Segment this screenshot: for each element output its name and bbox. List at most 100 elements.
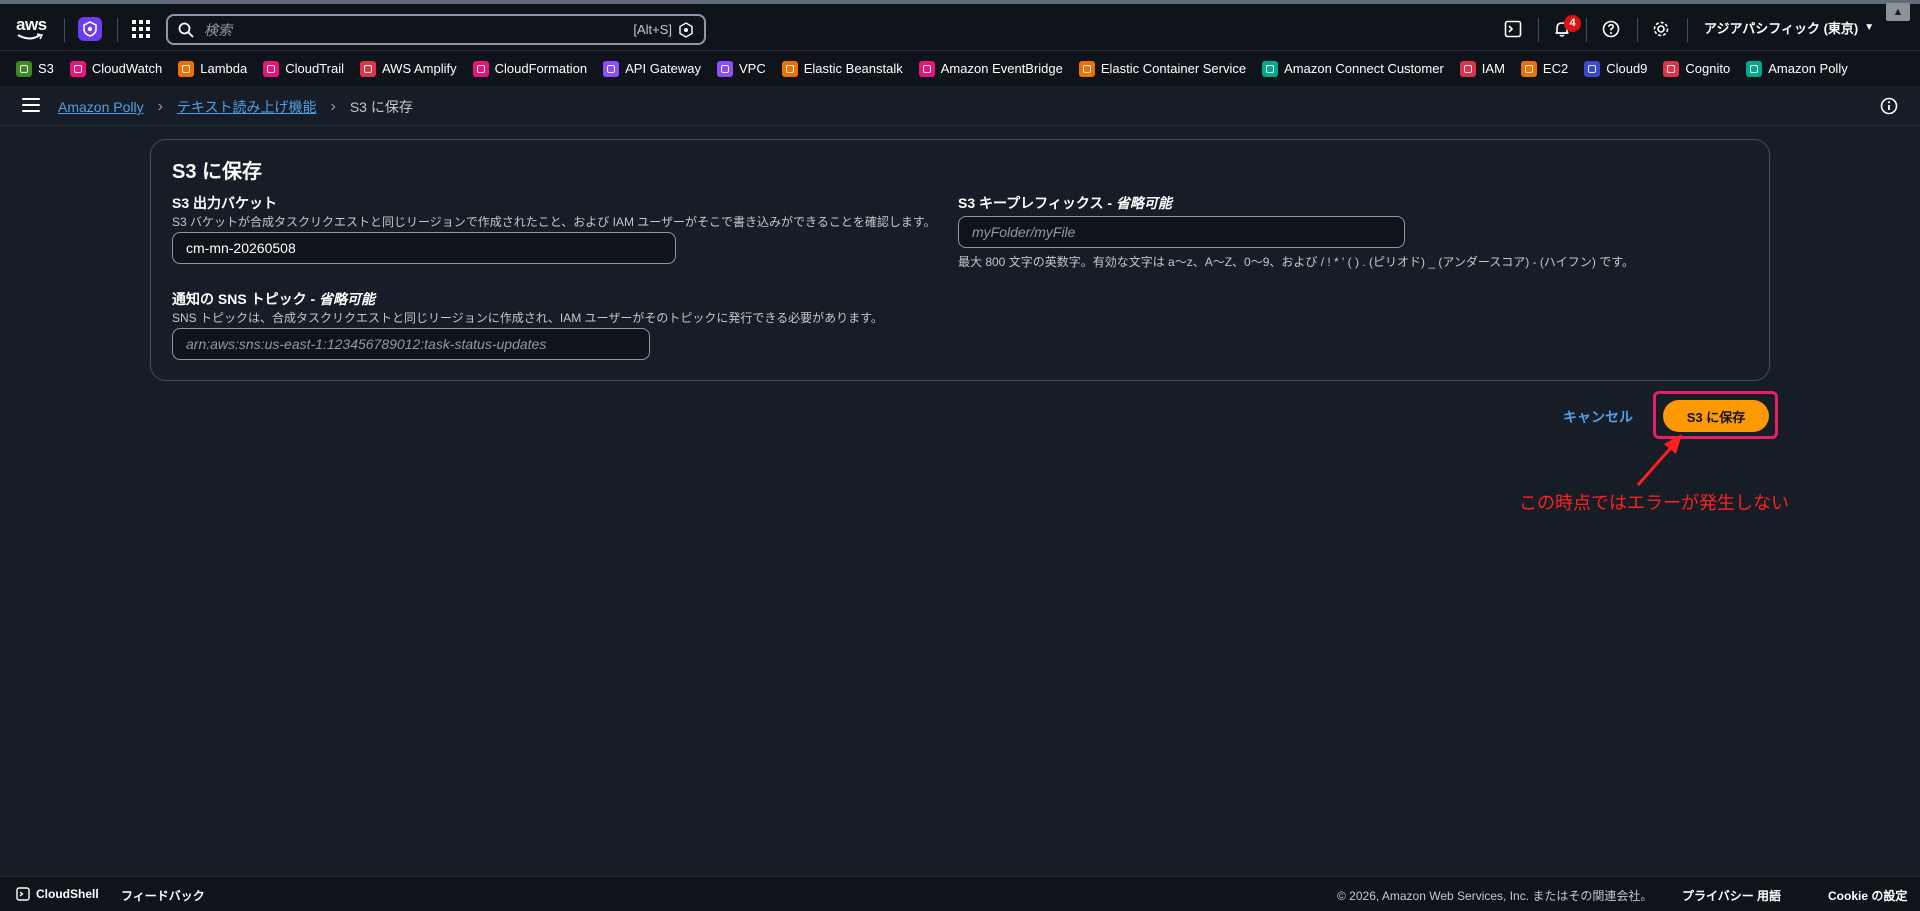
favorite-item[interactable]: API Gateway <box>603 60 701 77</box>
chevron-right-icon: › <box>157 98 163 115</box>
aws-logo-text: aws <box>16 15 47 34</box>
prefix-input[interactable]: myFolder/myFile <box>958 216 1405 248</box>
service-icon <box>359 60 376 77</box>
bucket-input[interactable]: cm-mn-20260508 <box>172 232 676 264</box>
favorite-item[interactable]: Amazon EventBridge <box>918 60 1063 77</box>
favorite-item[interactable]: CloudWatch <box>69 60 163 77</box>
bucket-label: S3 出力バケット <box>172 195 278 211</box>
shortcut-hex-icon <box>679 21 693 38</box>
search-box[interactable]: [Alt+S] <box>166 14 706 45</box>
settings-gear-icon[interactable] <box>1649 17 1673 41</box>
sns-topic-input[interactable]: arn:aws:sns:us-east-1:123456789012:task-… <box>172 328 650 360</box>
favorite-label: S3 <box>38 61 54 76</box>
aws-smile-icon <box>17 33 44 40</box>
service-icon <box>69 60 86 77</box>
service-icon <box>1262 60 1279 77</box>
favorite-item[interactable]: Elastic Container Service <box>1078 60 1247 77</box>
service-icon <box>263 60 280 77</box>
search-icon <box>178 22 194 38</box>
sns-label: 通知の SNS トピック - 省略可能 <box>172 289 375 309</box>
footer-feedback-link[interactable]: フィードバック <box>121 887 205 904</box>
footer: CloudShell フィードバック © 2026, Amazon Web Se… <box>0 876 1920 911</box>
security-shield-icon[interactable] <box>78 17 102 41</box>
bucket-description: S3 バケットが合成タスクリクエストと同じリージョンで作成されたこと、および I… <box>172 215 936 229</box>
favorite-item[interactable]: AWS Amplify <box>359 60 457 77</box>
footer-terms-link[interactable]: 用語 <box>1757 887 1781 904</box>
service-icon <box>1584 60 1601 77</box>
favorite-item[interactable]: Amazon Polly <box>1746 60 1848 77</box>
favorite-label: AWS Amplify <box>381 61 457 76</box>
prefix-label-text: S3 キープレフィックス - <box>958 195 1116 211</box>
service-icon <box>918 60 935 77</box>
favorite-item[interactable]: Cloud9 <box>1584 60 1648 77</box>
save-to-s3-panel: S3 に保存 S3 出力バケット S3 バケットが合成タスクリクエストと同じリー… <box>150 139 1770 381</box>
favorite-label: Cloud9 <box>1606 61 1648 76</box>
help-icon[interactable] <box>1599 17 1623 41</box>
favorite-item[interactable]: S3 <box>16 60 54 77</box>
services-grid-icon[interactable] <box>131 19 151 39</box>
service-icon <box>16 60 32 77</box>
favorite-label: Elastic Container Service <box>1100 61 1247 76</box>
favorite-label: CloudWatch <box>91 61 163 76</box>
notification-count-badge: 4 <box>1564 15 1581 32</box>
favorite-item[interactable]: Amazon Connect Customer <box>1262 60 1444 77</box>
favorite-label: Amazon Connect Customer <box>1284 61 1444 76</box>
sns-optional-text: 省略可能 <box>319 291 376 307</box>
service-icon <box>1078 60 1095 77</box>
favorite-label: EC2 <box>1542 61 1569 76</box>
service-icon <box>781 60 798 77</box>
footer-cloudshell-link[interactable]: CloudShell <box>16 887 99 901</box>
favorite-item[interactable]: Elastic Beanstalk <box>781 60 903 77</box>
cancel-button[interactable]: キャンセル <box>1563 407 1633 427</box>
info-icon[interactable] <box>1880 97 1898 115</box>
favorite-label: Cognito <box>1685 61 1731 76</box>
nav-divider <box>1538 18 1539 42</box>
caret-down-icon: ▼ <box>1864 22 1875 33</box>
footer-copyright: © 2026, Amazon Web Services, Inc. またはその関… <box>1337 889 1653 903</box>
cloudshell-icon[interactable] <box>1501 17 1525 41</box>
prefix-optional-text: 省略可能 <box>1115 195 1172 211</box>
prefix-hint: 最大 800 文字の英数字。有効な文字は a〜z、A〜Z、0〜9、および / !… <box>958 255 1635 269</box>
search-input[interactable] <box>194 21 634 38</box>
sns-label-text: 通知の SNS トピック - <box>172 291 320 307</box>
favorite-label: IAM <box>1481 61 1505 76</box>
favorite-item[interactable]: Cognito <box>1663 60 1731 77</box>
favorite-label: Amazon Polly <box>1768 61 1848 76</box>
chevron-right-icon: › <box>330 98 336 115</box>
sns-description: SNS トピックは、合成タスクリクエストと同じリージョンに作成され、IAM ユー… <box>172 311 883 325</box>
cloudshell-label: CloudShell <box>36 887 99 901</box>
favorite-item[interactable]: VPC <box>717 60 766 77</box>
footer-cookie-link[interactable]: Cookie の設定 <box>1828 887 1907 904</box>
service-icon <box>717 60 734 77</box>
service-icon <box>1459 60 1476 77</box>
favorite-label: CloudFormation <box>494 61 588 76</box>
service-icon <box>1746 60 1763 77</box>
service-icon <box>1663 60 1680 77</box>
favorite-item[interactable]: Lambda <box>178 60 247 77</box>
save-to-s3-button[interactable]: S3 に保存 <box>1663 400 1769 432</box>
menu-hamburger-icon[interactable] <box>22 98 40 112</box>
scroll-up-arrow-icon[interactable]: ▲ <box>1886 3 1910 21</box>
favorite-item[interactable]: CloudFormation <box>472 60 588 77</box>
favorite-item[interactable]: EC2 <box>1520 60 1569 77</box>
favorite-label: CloudTrail <box>285 61 344 76</box>
breadcrumb: Amazon Polly › テキスト読み上げ機能 › S3 に保存 <box>58 97 413 117</box>
service-icon <box>472 60 489 77</box>
service-icon <box>178 60 195 77</box>
nav-divider <box>1687 18 1688 42</box>
aws-logo[interactable]: aws <box>16 16 50 42</box>
region-selector[interactable]: アジアパシフィック (東京) ▼ <box>1704 18 1874 37</box>
footer-privacy-link[interactable]: プライバシー <box>1682 887 1754 904</box>
panel-title: S3 に保存 <box>172 161 263 183</box>
service-icon <box>603 60 620 77</box>
favorite-item[interactable]: CloudTrail <box>263 60 344 77</box>
breadcrumb-link-tts[interactable]: テキスト読み上げ機能 <box>177 97 317 117</box>
favorite-item[interactable]: IAM <box>1459 60 1505 77</box>
service-icon <box>1520 60 1537 77</box>
annotation-text: この時点ではエラーが発生しない <box>1519 493 1789 513</box>
favorite-label: Amazon EventBridge <box>940 61 1063 76</box>
search-shortcut: [Alt+S] <box>633 22 672 37</box>
nav-divider <box>117 18 118 42</box>
breadcrumb-link-polly[interactable]: Amazon Polly <box>58 99 144 115</box>
favorites-bar: S3 CloudWatch Lambda CloudTrail AWS Amplify C… <box>0 50 1920 86</box>
